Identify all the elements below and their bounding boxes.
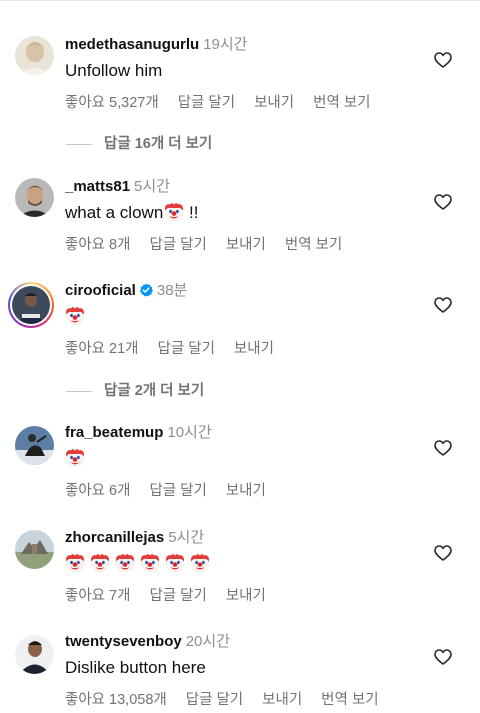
clown-face-emoji: [140, 553, 160, 573]
like-count[interactable]: 좋아요 21개: [65, 341, 139, 357]
send-button[interactable]: 보내기: [262, 692, 302, 708]
reply-button[interactable]: 답글 달기: [149, 237, 206, 253]
translate-button[interactable]: 번역 보기: [285, 237, 342, 253]
view-more-replies[interactable]: 답글 2개 더 보기: [66, 379, 204, 400]
comment-text: Dislike button here: [65, 658, 206, 677]
top-divider: [0, 0, 480, 1]
comment-text: what a clown !!: [65, 202, 430, 224]
like-count[interactable]: 좋아요 5,327개: [65, 95, 159, 111]
clown-face-emoji: [65, 448, 85, 468]
send-button[interactable]: 보내기: [254, 95, 294, 111]
reply-button[interactable]: 답글 달기: [186, 692, 243, 708]
clown-face-emoji: [90, 553, 110, 573]
verified-badge-icon: [139, 283, 153, 297]
reply-button[interactable]: 답글 달기: [149, 483, 206, 499]
send-button[interactable]: 보내기: [226, 237, 266, 253]
reply-button[interactable]: 답글 달기: [178, 95, 235, 111]
send-button[interactable]: 보내기: [234, 341, 274, 357]
avatar: [12, 286, 50, 324]
like-count[interactable]: 좋아요 6개: [65, 483, 130, 499]
avatar[interactable]: [15, 36, 54, 75]
clown-face-emoji: [115, 553, 135, 573]
divider-line: [66, 143, 92, 145]
timestamp: 5시간: [134, 178, 170, 195]
timestamp: 19시간: [203, 36, 248, 53]
comment-text: [65, 448, 430, 470]
heart-outline-icon[interactable]: [434, 194, 452, 210]
heart-outline-icon[interactable]: [434, 440, 452, 456]
username[interactable]: medethasanugurlu: [65, 36, 199, 53]
comment-text: [65, 306, 430, 328]
comment-text: [65, 553, 430, 575]
username[interactable]: twentysevenboy: [65, 633, 182, 650]
comment-text-main: what a clown: [65, 203, 164, 222]
clown-face-emoji: [65, 553, 85, 573]
clown-face-emoji: [190, 553, 210, 573]
timestamp: 38분: [156, 282, 188, 299]
avatar[interactable]: [15, 178, 54, 217]
like-count[interactable]: 좋아요 13,058개: [65, 692, 167, 708]
like-count[interactable]: 좋아요 8개: [65, 237, 130, 253]
username[interactable]: cirooficial: [65, 282, 136, 299]
like-count[interactable]: 좋아요 7개: [65, 588, 130, 604]
translate-button[interactable]: 번역 보기: [313, 95, 370, 111]
avatar[interactable]: [15, 635, 54, 674]
heart-outline-icon[interactable]: [434, 649, 452, 665]
avatar-story-ring[interactable]: [8, 282, 54, 328]
divider-line: [66, 390, 92, 392]
clown-face-emoji: [65, 306, 85, 326]
clown-face-emoji: [165, 553, 185, 573]
reply-button[interactable]: 답글 달기: [158, 341, 215, 357]
view-more-replies-label: 답글 2개 더 보기: [104, 383, 205, 399]
comment-text-suffix: !!: [184, 203, 199, 222]
view-more-replies[interactable]: 답글 16개 더 보기: [66, 132, 212, 153]
view-more-replies-label: 답글 16개 더 보기: [104, 136, 213, 152]
username[interactable]: zhorcanillejas: [65, 529, 164, 546]
heart-outline-icon[interactable]: [434, 52, 452, 68]
timestamp: 10시간: [167, 424, 212, 441]
send-button[interactable]: 보내기: [226, 588, 266, 604]
username[interactable]: fra_beatemup: [65, 424, 163, 441]
timestamp: 20시간: [185, 633, 231, 650]
avatar[interactable]: [15, 426, 54, 465]
comment-text: Unfollow him: [65, 61, 163, 80]
clown-face-emoji: [164, 202, 184, 222]
heart-outline-icon[interactable]: [434, 545, 452, 561]
timestamp: 5시간: [168, 529, 205, 546]
heart-outline-icon[interactable]: [434, 297, 452, 313]
reply-button[interactable]: 답글 달기: [149, 588, 206, 604]
avatar[interactable]: [15, 530, 54, 569]
username[interactable]: _matts81: [65, 178, 130, 195]
send-button[interactable]: 보내기: [226, 483, 266, 499]
translate-button[interactable]: 번역 보기: [321, 692, 378, 708]
